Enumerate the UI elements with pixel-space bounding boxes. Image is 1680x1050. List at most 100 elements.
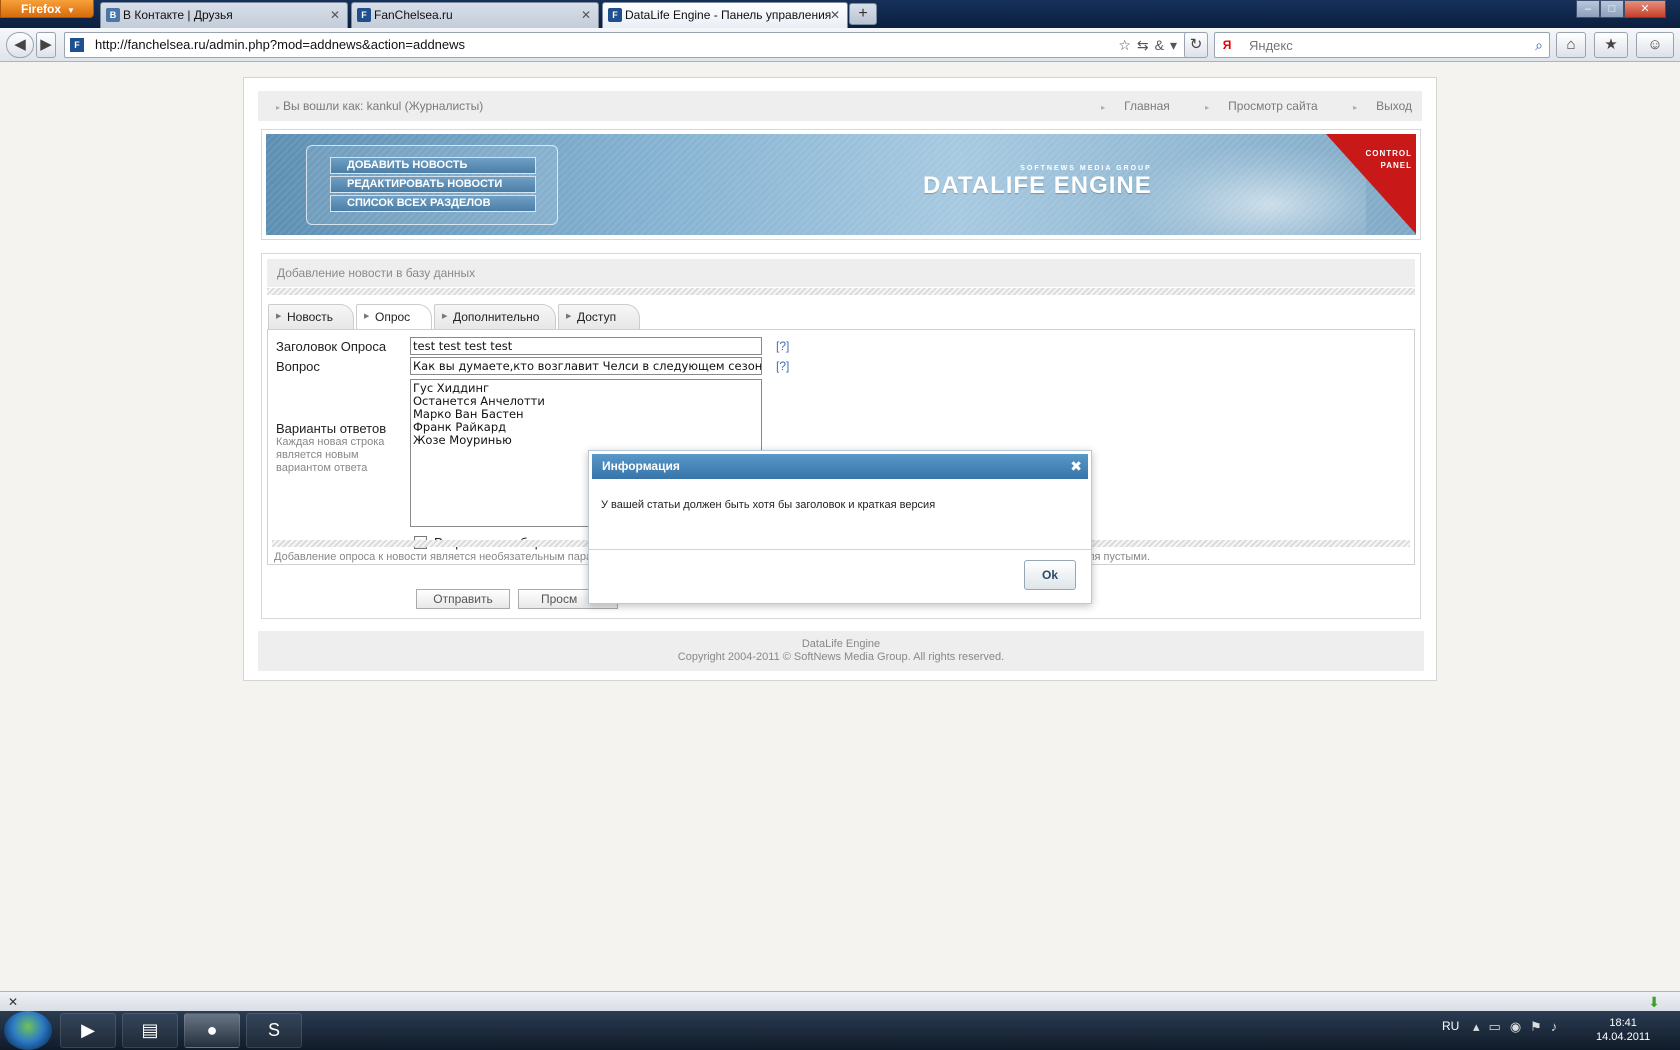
question-label: Вопрос	[276, 359, 320, 374]
forward-button[interactable]: ▶	[36, 32, 56, 58]
info-dialog: Информация ✖ У вашей статьи должен быть …	[588, 450, 1092, 604]
close-icon[interactable]: ✕	[8, 992, 18, 1012]
update-icon[interactable]: ◉	[1510, 1019, 1530, 1034]
bullet-icon: ▸	[1353, 103, 1358, 112]
tab-advanced[interactable]: ▶ Дополнительно	[434, 304, 556, 330]
firefox-taskbar-icon[interactable]: ●	[184, 1013, 240, 1048]
back-button[interactable]: ◀	[6, 32, 34, 58]
flag-icon[interactable]: ⚑	[1530, 1019, 1551, 1034]
close-icon[interactable]: ✕	[830, 3, 840, 27]
bullet-icon: ▸	[276, 103, 281, 112]
ampersand-icon[interactable]: &	[1155, 37, 1170, 53]
clock-time: 18:41	[1609, 1017, 1637, 1029]
dialog-message: У вашей статьи должен быть хотя бы загол…	[601, 499, 936, 511]
firefox-menu-label: Firefox	[21, 2, 62, 16]
divider	[267, 288, 1415, 295]
link-view-site[interactable]: ▸ Просмотр сайта	[1189, 99, 1318, 113]
chelsea-icon: F	[357, 8, 371, 22]
answers-label: Варианты ответов	[276, 421, 387, 436]
logged-in-text: Вы вошли как: kankul (Журналисты)	[283, 99, 484, 113]
link-home[interactable]: ▸ Главная	[1085, 99, 1170, 113]
reload-button[interactable]: ↻	[1184, 32, 1208, 58]
maximize-button[interactable]: □	[1600, 0, 1624, 18]
firefox-menu-button[interactable]: Firefox ▼	[0, 0, 94, 18]
media-player-icon[interactable]: ▶	[60, 1013, 116, 1048]
poll-title-label: Заголовок Опроса	[276, 339, 387, 354]
start-button[interactable]	[4, 1011, 52, 1050]
chevron-down-icon[interactable]: ▾	[1170, 37, 1183, 53]
help-link[interactable]: [?]	[776, 359, 789, 373]
close-icon[interactable]: ✕	[330, 3, 340, 27]
address-bar[interactable]: F http://fanchelsea.ru/admin.php?mod=add…	[64, 32, 1192, 58]
tab-label: В Контакте | Друзья	[123, 8, 233, 22]
ok-button[interactable]: Ok	[1024, 560, 1076, 590]
link-logout[interactable]: ▸ Выход	[1337, 99, 1412, 113]
top-links: ▸ Главная ▸ Просмотр сайта ▸ Выход	[1069, 91, 1412, 123]
browser-titlebar: Firefox ▼ B В Контакте | Друзья ✕ F FanCh…	[0, 0, 1680, 28]
poll-note-tail: ля пустыми.	[1088, 551, 1151, 563]
admin-topbar: ▸ Вы вошли как: kankul (Журналисты) ▸ Глав…	[258, 91, 1422, 121]
tab-vkontakte[interactable]: B В Контакте | Друзья ✕	[100, 2, 348, 28]
search-bar[interactable]: Я ⌕	[1214, 32, 1550, 58]
tab-fanchelsea[interactable]: F FanChelsea.ru ✕	[351, 2, 599, 28]
explorer-folder-icon[interactable]: ▤	[122, 1013, 178, 1048]
search-input[interactable]	[1249, 34, 1519, 56]
dialog-header: Информация ✖	[592, 454, 1088, 479]
question-input[interactable]: Как вы думаете,кто возглавит Челси в сле…	[410, 357, 762, 375]
footer-line1: DataLife Engine	[801, 638, 881, 650]
close-icon[interactable]: ✖	[1070, 454, 1082, 479]
download-arrow-icon[interactable]: ⬇	[1648, 994, 1660, 1011]
menu-edit-news[interactable]: РЕДАКТИРОВАТЬ НОВОСТИ	[330, 176, 536, 193]
tab-poll-label: Опрос	[375, 310, 411, 324]
corner-line2: PANEL	[1380, 161, 1412, 170]
url-text[interactable]: http://fanchelsea.ru/admin.php?mod=addne…	[95, 33, 465, 57]
url-bar-icons[interactable]: ☆⇆&▾	[1118, 33, 1183, 57]
tab-poll[interactable]: ▶ Опрос	[356, 304, 432, 331]
triangle-right-icon: ▶	[442, 313, 448, 320]
bookmark-star-icon[interactable]: ☆	[1118, 37, 1137, 53]
triangle-right-icon: ▶	[276, 313, 282, 320]
translate-icon[interactable]: ⇆	[1137, 37, 1155, 53]
bookmarks-button[interactable]: ★	[1594, 32, 1628, 58]
tab-datalife[interactable]: F DataLife Engine - Панель управления ✕	[602, 2, 848, 28]
clock-date: 14.04.2011	[1596, 1031, 1651, 1043]
submit-button[interactable]: Отправить	[416, 589, 510, 609]
triangle-right-icon: ▶	[566, 313, 572, 320]
menu-add-news[interactable]: ДОБАВИТЬ НОВОСТЬ	[330, 157, 536, 174]
yandex-icon[interactable]: Я	[1219, 37, 1235, 53]
close-icon[interactable]: ✕	[581, 3, 591, 27]
menu-all-sections[interactable]: СПИСОК ВСЕХ РАЗДЕЛОВ	[330, 195, 536, 212]
system-tray: ▴▭◉⚑♪	[1473, 1019, 1566, 1035]
corner-line1: CONTROL	[1365, 149, 1412, 158]
volume-icon[interactable]: ♪	[1551, 1019, 1567, 1034]
logged-in-status: ▸ Вы вошли как: kankul (Журналисты)	[276, 91, 483, 123]
chevron-down-icon: ▼	[67, 6, 75, 15]
datalife-logo: SOFTNEWS MEDIA GROUP DATALIFE ENGINE	[923, 164, 1152, 198]
new-tab-button[interactable]: +	[849, 3, 877, 25]
tab-advanced-label: Дополнительно	[453, 310, 540, 324]
addon-smiley-button[interactable]: ☺	[1636, 32, 1674, 58]
network-icon[interactable]: ▭	[1489, 1019, 1510, 1034]
language-indicator[interactable]: RU	[1442, 1019, 1459, 1033]
site-icon: F	[70, 38, 84, 52]
section-title: Добавление новости в базу данных	[267, 259, 1415, 287]
help-link[interactable]: [?]	[776, 339, 789, 353]
home-button[interactable]: ⌂	[1556, 32, 1586, 58]
tab-access-label: Доступ	[577, 310, 617, 324]
tab-label: FanChelsea.ru	[374, 8, 453, 22]
tab-access[interactable]: ▶ Доступ	[558, 304, 640, 330]
bullet-icon: ▸	[1101, 103, 1106, 112]
poll-title-input[interactable]: test test test test	[410, 337, 762, 355]
tray-expand-icon[interactable]: ▴	[1473, 1019, 1489, 1034]
dialog-title: Информация	[602, 459, 680, 473]
search-icon[interactable]: ⌕	[1535, 33, 1543, 57]
minimize-button[interactable]: –	[1576, 0, 1600, 18]
clock[interactable]: 18:41 14.04.2011	[1596, 1016, 1650, 1044]
link-logout-label: Выход	[1376, 99, 1412, 113]
answers-hint: Каждая новая строка является новым вариа…	[276, 436, 385, 474]
skype-icon[interactable]: S	[246, 1013, 302, 1048]
link-home-label: Главная	[1124, 99, 1170, 113]
answers-label-block: Варианты ответов Каждая новая строка явл…	[276, 421, 408, 475]
window-close-button[interactable]: ✕	[1624, 0, 1666, 18]
tab-news[interactable]: ▶ Новость	[268, 304, 354, 330]
